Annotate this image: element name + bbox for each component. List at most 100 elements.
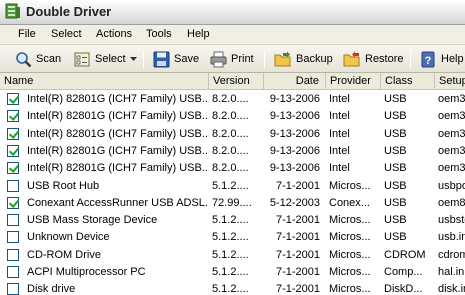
driver-checkbox[interactable]: [7, 110, 19, 123]
print-label: Print: [231, 53, 254, 65]
driver-name: ACPI Multiprocessor PC: [27, 266, 146, 278]
driver-class: USB: [384, 231, 407, 244]
driver-date: 5-12-2003: [269, 196, 320, 209]
table-row[interactable]: Intel(R) 82801G (ICH7 Family) USB... 8.2.…: [0, 90, 465, 108]
driver-version: 8.2.0....: [212, 162, 249, 175]
driver-date: 9-13-2006: [269, 162, 320, 175]
driver-checkbox[interactable]: [7, 248, 19, 261]
driver-version: 8.2.0....: [212, 144, 249, 157]
column-name[interactable]: Name: [0, 73, 209, 90]
driver-version: 5.1.2....: [212, 214, 249, 227]
driver-class: USB: [384, 214, 407, 227]
driver-checkbox[interactable]: [7, 144, 19, 157]
scan-button[interactable]: Scan: [12, 48, 64, 70]
driver-checkbox[interactable]: [7, 266, 19, 278]
column-header-row: Name Version Date Provider Class Setup: [0, 73, 465, 90]
table-row[interactable]: Intel(R) 82801G (ICH7 Family) USB... 8.2.…: [0, 125, 465, 143]
driver-list[interactable]: Intel(R) 82801G (ICH7 Family) USB... 8.2.…: [0, 90, 465, 295]
column-class[interactable]: Class: [381, 73, 435, 90]
driver-name: Intel(R) 82801G (ICH7 Family) USB...: [27, 144, 209, 157]
menu-select[interactable]: Select: [51, 28, 82, 40]
driver-setup: usb.in: [438, 231, 465, 244]
driver-class: USB: [384, 196, 407, 209]
column-date[interactable]: Date: [264, 73, 326, 90]
table-row[interactable]: Conexant AccessRunner USB ADSL... 72.99..…: [0, 194, 465, 212]
driver-provider: Micros...: [329, 266, 371, 278]
driver-date: 7-1-2001: [275, 283, 320, 295]
table-row[interactable]: ACPI Multiprocessor PC 5.1.2.... 7-1-2001 M…: [0, 263, 465, 281]
driver-checkbox[interactable]: [7, 196, 19, 209]
title-bar[interactable]: Double Driver: [0, 0, 465, 25]
driver-setup: hal.in: [438, 266, 465, 278]
menu-tools[interactable]: Tools: [146, 28, 172, 40]
driver-date: 7-1-2001: [275, 231, 320, 244]
save-button[interactable]: Save: [150, 48, 202, 70]
driver-version: 5.1.2....: [212, 248, 249, 261]
scan-label: Scan: [36, 53, 62, 65]
driver-version: 8.2.0....: [212, 93, 249, 105]
driver-checkbox[interactable]: [7, 231, 19, 244]
driver-provider: Conex...: [329, 196, 370, 209]
driver-date: 7-1-2001: [275, 179, 320, 192]
table-row[interactable]: Disk drive 5.1.2.... 7-1-2001 Micros... Disk…: [0, 280, 465, 295]
driver-provider: Micros...: [329, 179, 371, 192]
driver-setup: oem8: [438, 196, 465, 209]
driver-version: 5.1.2....: [212, 231, 249, 244]
driver-provider: Micros...: [329, 248, 371, 261]
restore-folder-icon: [343, 51, 360, 66]
driver-checkbox[interactable]: [7, 93, 19, 105]
driver-checkbox[interactable]: [7, 127, 19, 140]
table-row[interactable]: USB Mass Storage Device 5.1.2.... 7-1-2001…: [0, 211, 465, 229]
column-version[interactable]: Version: [209, 73, 264, 90]
table-row[interactable]: Intel(R) 82801G (ICH7 Family) USB... 8.2.…: [0, 142, 465, 160]
driver-name: Intel(R) 82801G (ICH7 Family) USB...: [27, 127, 209, 140]
table-row[interactable]: CD-ROM Drive 5.1.2.... 7-1-2001 Micros... CD…: [0, 246, 465, 264]
restore-label: Restore: [365, 53, 404, 65]
driver-class: USB: [384, 127, 407, 140]
driver-class: DiskD...: [384, 283, 423, 295]
backup-button[interactable]: Backup: [271, 48, 336, 70]
driver-date: 7-1-2001: [275, 266, 320, 278]
driver-date: 9-13-2006: [269, 110, 320, 123]
floppy-disk-icon: [153, 51, 170, 67]
driver-date: 7-1-2001: [275, 248, 320, 261]
dropdown-arrow-icon: [129, 56, 137, 61]
restore-button[interactable]: Restore: [340, 48, 407, 70]
driver-provider: Intel: [329, 162, 350, 175]
table-row[interactable]: Unknown Device 5.1.2.... 7-1-2001 Micros...…: [0, 228, 465, 246]
help-label: Help: [441, 53, 464, 65]
driver-class: CDROM: [384, 248, 426, 261]
table-row[interactable]: Intel(R) 82801G (ICH7 Family) USB... 8.2.…: [0, 159, 465, 177]
driver-version: 72.99....: [212, 196, 252, 209]
column-provider[interactable]: Provider: [326, 73, 381, 90]
driver-checkbox[interactable]: [7, 179, 19, 192]
select-button[interactable]: Select: [71, 48, 140, 70]
driver-setup: oem3: [438, 127, 465, 140]
driver-checkbox[interactable]: [7, 283, 19, 295]
driver-setup: oem3: [438, 144, 465, 157]
menu-actions[interactable]: Actions: [96, 28, 132, 40]
driver-provider: Intel: [329, 127, 350, 140]
driver-name: Intel(R) 82801G (ICH7 Family) USB...: [27, 110, 209, 123]
driver-class: USB: [384, 93, 407, 105]
column-setup[interactable]: Setup: [435, 73, 465, 90]
app-icon: [5, 3, 20, 19]
menu-file[interactable]: File: [18, 28, 36, 40]
print-button[interactable]: Print: [207, 48, 257, 70]
driver-name: Intel(R) 82801G (ICH7 Family) USB...: [27, 93, 209, 105]
menu-help[interactable]: Help: [187, 28, 210, 40]
driver-name: USB Root Hub: [27, 179, 100, 192]
driver-provider: Intel: [329, 144, 350, 157]
table-row[interactable]: USB Root Hub 5.1.2.... 7-1-2001 Micros... US…: [0, 177, 465, 195]
driver-name: Disk drive: [27, 283, 76, 295]
driver-setup: cdrom: [438, 248, 465, 261]
toolbar: Scan Select Save Print Backup Restore ? …: [0, 45, 465, 73]
backup-folder-icon: [274, 51, 291, 66]
help-button[interactable]: ? Help: [417, 48, 465, 70]
select-list-icon: [74, 52, 90, 66]
driver-class: Comp...: [384, 266, 423, 278]
table-row[interactable]: Intel(R) 82801G (ICH7 Family) USB... 8.2.…: [0, 107, 465, 125]
driver-checkbox[interactable]: [7, 162, 19, 175]
driver-checkbox[interactable]: [7, 214, 19, 227]
driver-name: Intel(R) 82801G (ICH7 Family) USB...: [27, 162, 209, 175]
